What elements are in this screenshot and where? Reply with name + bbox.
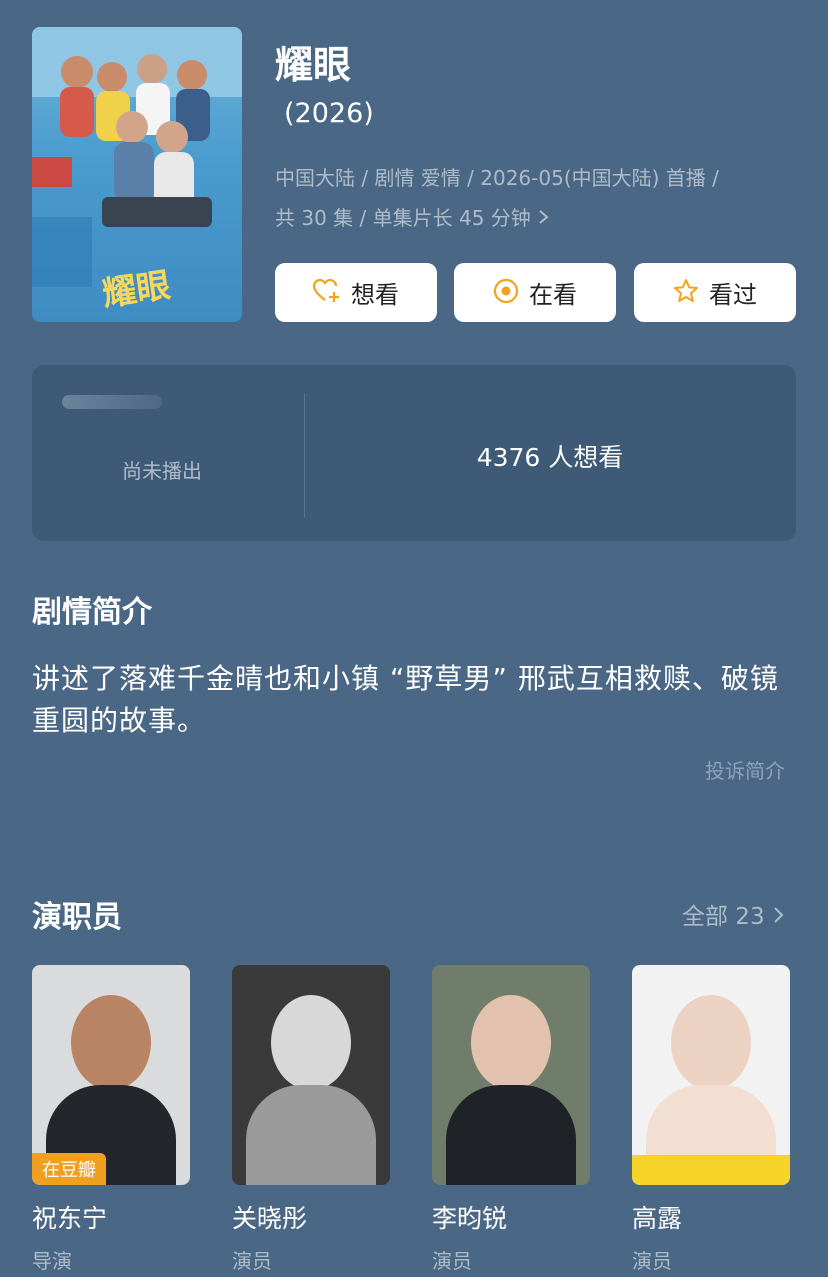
blurred-rating-area [62, 395, 162, 409]
on-douban-badge: 在豆瓣 [32, 1153, 106, 1185]
cast-photo [232, 965, 390, 1185]
heart-plus-icon [312, 278, 341, 307]
watching-label: 在看 [529, 281, 577, 309]
synopsis-heading: 剧情简介 [32, 595, 152, 630]
broadcast-status: 尚未播出 [122, 459, 202, 483]
cast-photo [432, 965, 590, 1185]
meta-line-1: 中国大陆 / 剧情 爱情 / 2026-05(中国大陆) 首播 / [275, 166, 719, 190]
cast-photo [632, 965, 790, 1185]
cast-name: 高露 [632, 1204, 683, 1233]
show-poster[interactable]: 耀眼 [32, 27, 242, 322]
watching-button[interactable]: 在看 [454, 263, 616, 322]
cast-role: 导演 [32, 1249, 72, 1273]
report-synopsis-link[interactable]: 投诉简介 [705, 755, 785, 784]
cast-name: 祝东宁 [32, 1204, 108, 1233]
watched-button[interactable]: 看过 [634, 263, 796, 322]
synopsis-text: 讲述了落难千金晴也和小镇 “野草男” 邢武互相救赎、破镜重圆的故事。 [32, 662, 779, 737]
cast-card[interactable]: 关晓彤 演员 [232, 965, 390, 1274]
want-to-watch-button[interactable]: 想看 [275, 263, 437, 322]
poster-title-art: 耀眼 [100, 265, 173, 315]
cast-card[interactable]: 在豆瓣 祝东宁 导演 [32, 965, 190, 1274]
want-to-watch-label: 想看 [351, 281, 399, 309]
rating-stats-card: 尚未播出 4376 人想看 [32, 365, 796, 541]
cast-photo: 在豆瓣 [32, 965, 190, 1185]
cast-heading: 演职员 [32, 900, 122, 935]
show-year: (2026) [284, 98, 374, 129]
meta-line-2-text: 共 30 集 / 单集片长 45 分钟 [275, 206, 531, 230]
wish-count[interactable]: 4376 人想看 [305, 438, 795, 474]
cast-name: 关晓彤 [232, 1204, 308, 1233]
star-icon [673, 278, 699, 308]
cast-card[interactable]: 高露 演员 [632, 965, 790, 1274]
cast-all-label: 全部 23 [682, 904, 765, 930]
cast-role: 演员 [232, 1249, 272, 1273]
show-meta[interactable]: 中国大陆 / 剧情 爱情 / 2026-05(中国大陆) 首播 / 共 30 集… [275, 158, 795, 238]
show-title: 耀眼 [275, 43, 352, 87]
cast-all-link[interactable]: 全部 23 [682, 897, 786, 931]
cast-role: 演员 [432, 1249, 472, 1273]
watched-label: 看过 [709, 281, 757, 309]
cast-card[interactable]: 李昀锐 演员 [432, 965, 590, 1274]
chevron-right-icon [772, 904, 786, 930]
cast-role: 演员 [632, 1249, 672, 1273]
meta-line-2: 共 30 集 / 单集片长 45 分钟 [275, 198, 795, 238]
target-icon [493, 278, 519, 308]
cast-name: 李昀锐 [432, 1204, 508, 1233]
chevron-right-icon [537, 206, 551, 230]
